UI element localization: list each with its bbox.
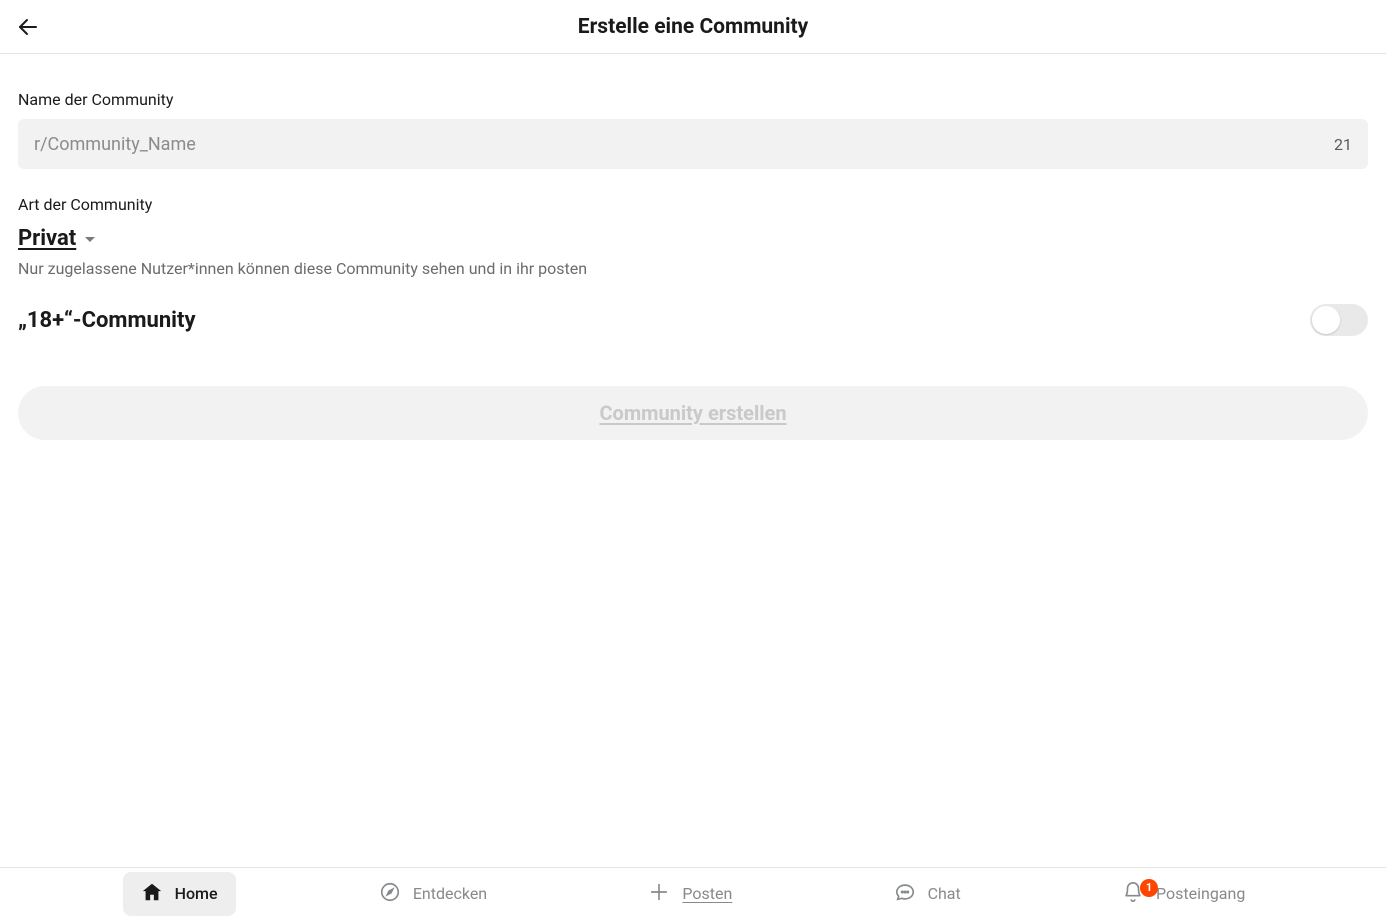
form-content: Name der Community 21 Art der Community … (0, 54, 1386, 867)
nav-post[interactable]: Posten (630, 872, 750, 916)
nav-discover[interactable]: Entdecken (361, 872, 505, 916)
chevron-down-icon (82, 231, 98, 247)
nav-inbox-label: Posteingang (1156, 884, 1245, 903)
nav-chat-label: Chat (928, 884, 961, 903)
back-button[interactable] (10, 9, 46, 45)
adult-content-toggle[interactable] (1310, 304, 1368, 336)
nav-chat[interactable]: Chat (876, 872, 979, 916)
arrow-left-icon (16, 15, 40, 39)
nav-home-label: Home (175, 884, 218, 903)
community-type-label: Art der Community (18, 195, 1368, 214)
community-type-value: Privat (18, 226, 76, 251)
home-icon (141, 881, 163, 907)
create-community-button[interactable]: Community erstellen (18, 386, 1368, 440)
adult-content-label: „18+“-Community (18, 308, 196, 333)
nav-home[interactable]: Home (123, 872, 236, 916)
page-title: Erstelle eine Community (578, 15, 808, 39)
adult-content-section: „18+“-Community (18, 304, 1368, 336)
community-name-input[interactable] (34, 134, 1322, 155)
plus-icon (648, 881, 670, 907)
compass-icon (379, 881, 401, 907)
nav-post-label: Posten (682, 884, 732, 903)
bottom-navigation: Home Entdecken Posten (0, 867, 1386, 919)
toggle-knob (1312, 306, 1340, 334)
create-community-button-label: Community erstellen (599, 401, 786, 425)
chat-icon (894, 881, 916, 907)
community-type-dropdown[interactable]: Privat (18, 226, 98, 251)
community-type-description: Nur zugelassene Nutzer*innen können dies… (18, 259, 1368, 278)
nav-inbox[interactable]: 1 Posteingang (1104, 872, 1263, 916)
page-header: Erstelle eine Community (0, 0, 1386, 54)
community-name-label: Name der Community (18, 90, 1368, 109)
community-name-section: Name der Community 21 (18, 90, 1368, 169)
inbox-badge: 1 (1140, 879, 1158, 897)
bell-icon: 1 (1122, 881, 1144, 907)
char-counter: 21 (1334, 135, 1352, 154)
community-type-section: Art der Community Privat Nur zugelassene… (18, 195, 1368, 278)
community-name-input-container: 21 (18, 119, 1368, 169)
nav-discover-label: Entdecken (413, 884, 487, 903)
